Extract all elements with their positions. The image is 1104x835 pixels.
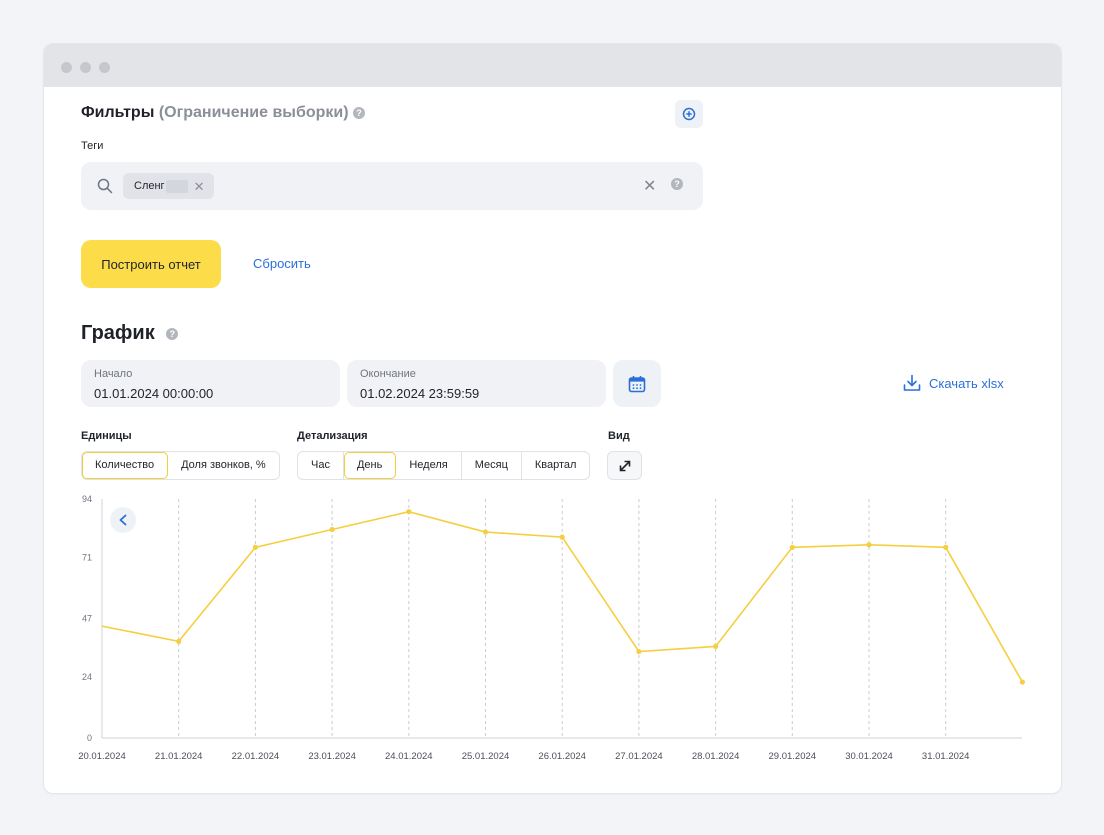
y-tick-label: 47 — [82, 614, 92, 624]
data-point[interactable] — [559, 534, 565, 540]
data-point[interactable] — [406, 509, 412, 515]
x-tick-label: 28.01.2024 — [692, 751, 740, 762]
x-tick-label: 20.01.2024 — [78, 751, 126, 762]
line-chart: 0 24 47 71 94 20.01.2024 21.01.2024 22.01.2024… — [78, 494, 1025, 762]
x-tick-label: 27.01.2024 — [615, 751, 663, 762]
x-tick-label: 26.01.2024 — [538, 751, 586, 762]
data-point[interactable] — [789, 544, 795, 550]
x-tick-label: 25.01.2024 — [462, 751, 510, 762]
x-tick-label: 31.01.2024 — [922, 751, 970, 762]
data-point[interactable] — [943, 544, 949, 550]
data-point[interactable] — [866, 542, 872, 548]
y-tick-label: 71 — [82, 552, 92, 562]
x-tick-label: 30.01.2024 — [845, 751, 893, 762]
x-tick-label: 22.01.2024 — [232, 751, 280, 762]
x-tick-label: 29.01.2024 — [769, 751, 817, 762]
x-tick-label: 24.01.2024 — [385, 751, 433, 762]
data-point[interactable] — [1019, 679, 1025, 685]
chart-back-button[interactable] — [110, 507, 136, 533]
data-point[interactable] — [636, 648, 642, 655]
data-point[interactable] — [176, 638, 182, 644]
y-tick-label: 0 — [87, 733, 92, 743]
y-tick-label: 94 — [82, 494, 92, 504]
y-tick-label: 24 — [82, 672, 92, 682]
y-axis: 0 24 47 71 94 — [82, 494, 92, 743]
x-tick-label: 21.01.2024 — [155, 751, 203, 762]
data-point[interactable] — [252, 544, 258, 550]
x-axis: 20.01.2024 21.01.2024 22.01.2024 23.01.2024… — [78, 751, 969, 762]
data-point[interactable] — [482, 529, 489, 535]
browser-window: Фильтры (Ограничение выборки) ? Теги Сле… — [43, 43, 1062, 794]
data-point[interactable] — [713, 643, 719, 650]
x-tick-label: 23.01.2024 — [308, 751, 356, 762]
data-point[interactable] — [329, 526, 335, 533]
